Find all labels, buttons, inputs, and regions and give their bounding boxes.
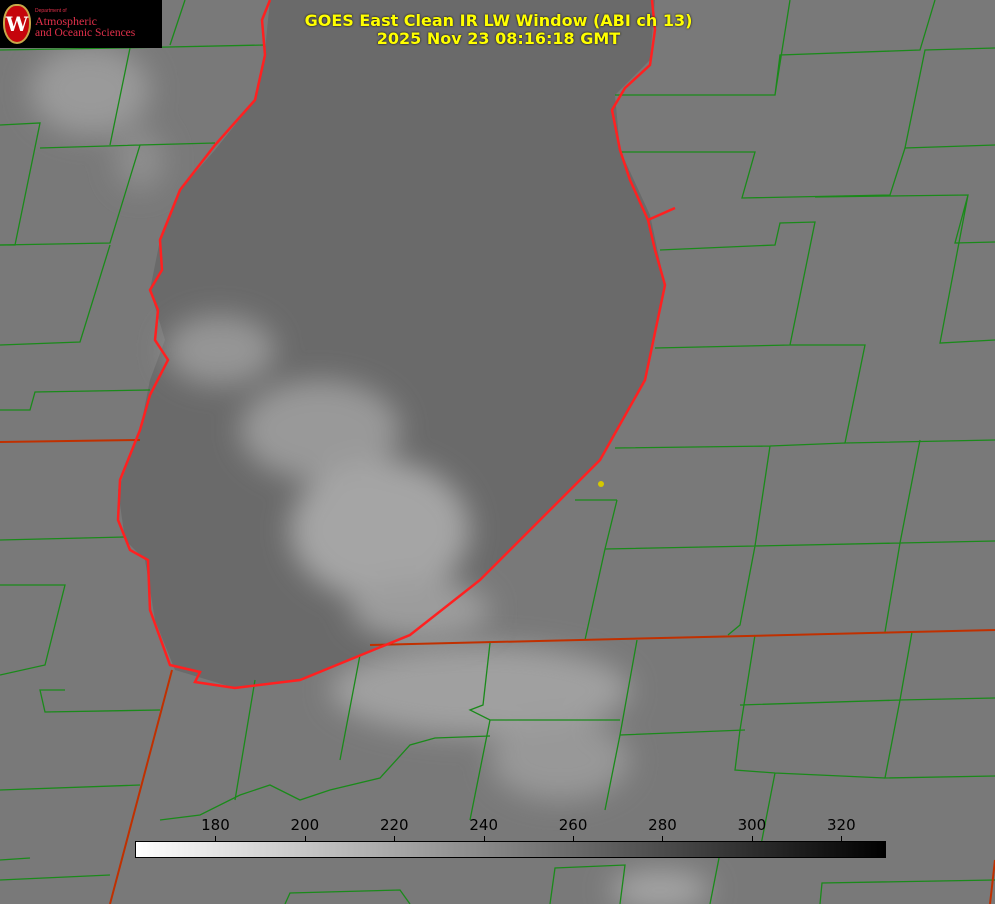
location-marker bbox=[598, 481, 604, 487]
colorbar-tick-label: 260 bbox=[558, 816, 588, 834]
colorbar bbox=[135, 841, 886, 858]
colorbar-tick-label: 200 bbox=[290, 816, 320, 834]
colorbar-tick-label: 180 bbox=[201, 816, 230, 834]
image-title: GOES East Clean IR LW Window (ABI ch 13)… bbox=[0, 12, 995, 48]
colorbar-tick-label: 280 bbox=[648, 816, 677, 834]
satellite-map bbox=[0, 0, 995, 904]
colorbar-tick-label: 300 bbox=[737, 816, 767, 834]
colorbar-tick-label: 220 bbox=[379, 816, 409, 834]
title-product: GOES East Clean IR LW Window (ABI ch 13) bbox=[304, 11, 693, 30]
satellite-image-viewer: W Department of Atmospheric and Oceanic … bbox=[0, 0, 995, 904]
colorbar-tick-label: 240 bbox=[469, 816, 498, 834]
colorbar-tick-label: 320 bbox=[826, 816, 856, 834]
title-timestamp: 2025 Nov 23 08:16:18 GMT bbox=[376, 29, 621, 48]
